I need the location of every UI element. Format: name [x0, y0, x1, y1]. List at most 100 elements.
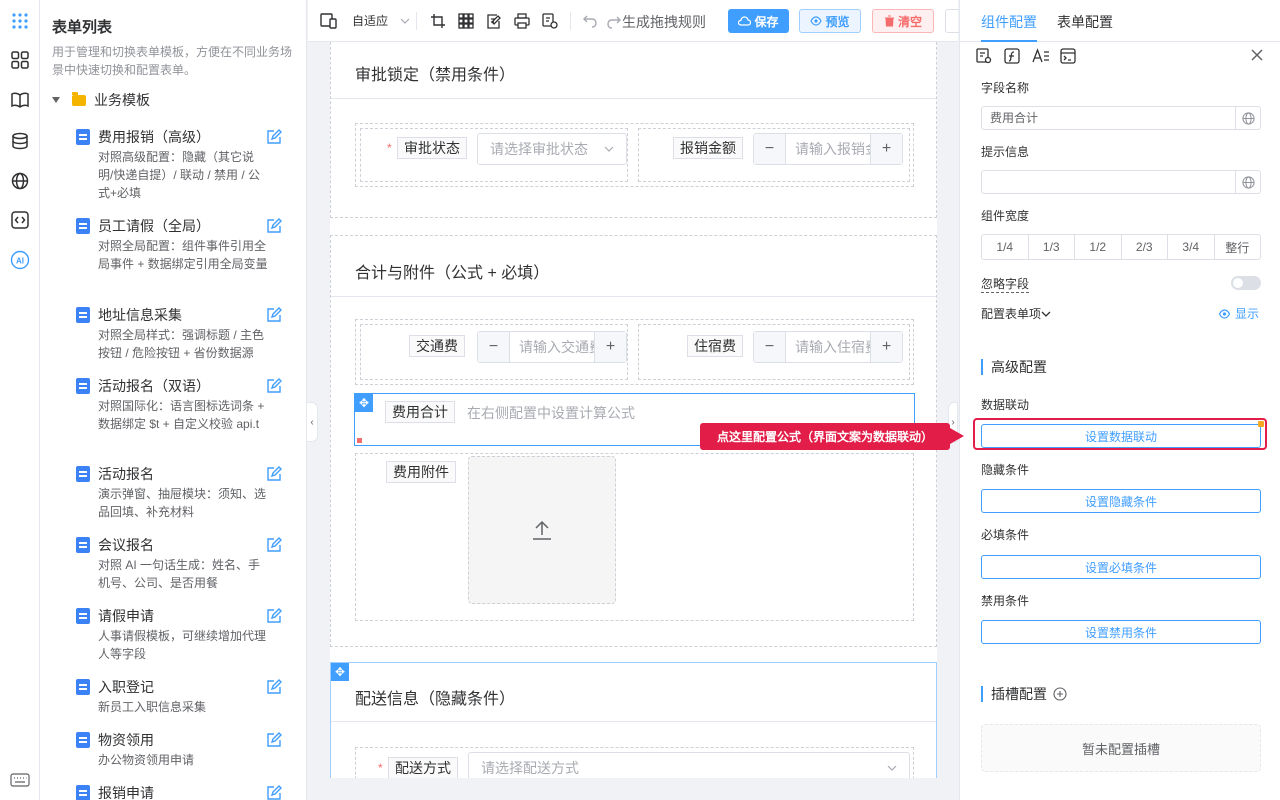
plus-button[interactable]: +: [594, 332, 626, 362]
keyboard-icon[interactable]: [8, 768, 32, 792]
collapse-panel-button[interactable]: ‹: [306, 402, 318, 442]
width-option[interactable]: 1/2: [1075, 235, 1122, 259]
template-item-desc: 对照国际化：语言图标选词条 + 数据绑定 $t + 自定义校验 api.t: [98, 399, 265, 431]
upload-area[interactable]: [468, 456, 616, 604]
edit-icon[interactable]: [266, 466, 282, 482]
resize-handle[interactable]: [357, 438, 362, 443]
text-style-icon[interactable]: [1032, 48, 1050, 66]
hint-input[interactable]: [981, 170, 1261, 194]
edit-doc-icon[interactable]: [486, 13, 502, 29]
app-rail: AI: [0, 0, 40, 800]
add-circle-icon[interactable]: [1053, 687, 1067, 701]
form-cell[interactable]: 住宿费 − 请输入住宿费 +: [638, 324, 910, 380]
panel-title: 表单列表: [52, 19, 113, 36]
input-placeholder: 请输入交通费: [519, 339, 594, 355]
redo-icon: [607, 16, 621, 29]
minus-button[interactable]: −: [754, 332, 786, 362]
code-window-icon[interactable]: [1060, 48, 1078, 66]
document-icon: [76, 378, 90, 394]
hotel-fee-input[interactable]: − 请输入住宿费 +: [753, 331, 903, 363]
clear-button[interactable]: 清空: [872, 9, 934, 33]
group-label: 业务模板: [94, 92, 150, 108]
save-button[interactable]: 保存: [728, 9, 789, 33]
book-icon[interactable]: [8, 88, 32, 112]
edit-icon[interactable]: [266, 307, 282, 323]
edit-icon[interactable]: [266, 129, 282, 145]
form-cell[interactable]: 交通费 − 请输入交通费 +: [360, 324, 628, 380]
template-item-title: 活动报名: [98, 466, 154, 482]
code-icon[interactable]: [8, 208, 32, 232]
tab-form-config[interactable]: 表单配置: [1057, 12, 1113, 32]
form-cell[interactable]: * 审批状态 请选择审批状态: [360, 128, 628, 182]
caret-down-icon[interactable]: [52, 97, 60, 103]
print-icon[interactable]: [514, 13, 530, 29]
chevron-down-icon: [604, 146, 614, 152]
transport-fee-input[interactable]: − 请输入交通费 +: [477, 331, 627, 363]
form-row: * 审批状态 请选择审批状态 报销金额 − 请输入报销金额 +: [355, 123, 914, 187]
approval-status-select[interactable]: 请选择审批状态: [477, 133, 627, 165]
close-icon[interactable]: [1250, 48, 1266, 64]
copy-doc-icon[interactable]: [542, 13, 558, 29]
set-disabled-button[interactable]: 设置禁用条件: [981, 620, 1261, 644]
generate-rules-button[interactable]: 生成拖拽规则: [606, 12, 706, 32]
width-option[interactable]: 1/4: [982, 235, 1029, 259]
layout-icon[interactable]: [8, 48, 32, 72]
globe-icon[interactable]: [8, 169, 32, 193]
plus-button[interactable]: +: [870, 332, 902, 362]
template-group[interactable]: 业务模板: [52, 90, 150, 110]
edit-icon[interactable]: [266, 537, 282, 553]
tab-component-config[interactable]: 组件配置: [981, 12, 1037, 32]
ignore-field-toggle[interactable]: [1231, 276, 1261, 290]
document-icon: [76, 218, 90, 234]
linkage-label: 数据联动: [981, 398, 1030, 412]
document-icon: [76, 307, 90, 323]
width-option[interactable]: 整行: [1215, 235, 1261, 259]
width-option[interactable]: 3/4: [1168, 235, 1215, 259]
plus-button[interactable]: +: [870, 134, 902, 164]
globe-icon[interactable]: [1235, 171, 1260, 193]
section-delivery[interactable]: ✥ 配送信息（隐藏条件） * 配送方式 请选择配送方式: [330, 662, 937, 778]
grid-icon[interactable]: [458, 13, 474, 29]
undo-icon[interactable]: [582, 13, 598, 29]
template-panel: 表单列表 用于管理和切换表单模板，方便在不同业务场景中快速切换和配置表单。 业务…: [40, 0, 307, 800]
globe-icon[interactable]: [1235, 107, 1260, 129]
show-toggle[interactable]: 显示: [1218, 305, 1259, 322]
width-option[interactable]: 2/3: [1122, 235, 1168, 259]
drag-handle-icon[interactable]: ✥: [331, 663, 349, 681]
edit-icon[interactable]: [266, 378, 282, 394]
template-item-desc: 办公物资领用申请: [98, 753, 195, 767]
edit-icon[interactable]: [266, 218, 282, 234]
drag-handle-icon[interactable]: ✥: [355, 394, 373, 412]
save-label: 保存: [754, 14, 779, 29]
crop-icon[interactable]: [430, 13, 446, 29]
amount-input[interactable]: − 请输入报销金额 +: [753, 133, 903, 165]
form-row: * 配送方式 请选择配送方式: [355, 747, 914, 778]
edit-icon[interactable]: [266, 679, 282, 695]
minus-button[interactable]: −: [754, 134, 786, 164]
upload-icon: [533, 520, 551, 540]
form-cell[interactable]: 报销金额 − 请输入报销金额 +: [638, 128, 910, 182]
chevron-down-icon: [1041, 311, 1051, 317]
apps-grid-icon[interactable]: [8, 9, 32, 33]
edit-icon[interactable]: [266, 785, 282, 800]
field-name-input[interactable]: 费用合计: [981, 106, 1261, 130]
database-icon[interactable]: [8, 129, 32, 153]
ai-icon[interactable]: AI: [8, 248, 32, 272]
minus-button[interactable]: −: [478, 332, 510, 362]
chevron-down-icon: [887, 765, 897, 771]
preview-button[interactable]: 预览: [799, 9, 861, 33]
template-item-title: 地址信息采集: [98, 307, 182, 323]
set-required-button[interactable]: 设置必填条件: [981, 555, 1261, 579]
component-props-icon[interactable]: [976, 48, 994, 66]
edit-icon[interactable]: [266, 732, 282, 748]
edit-icon[interactable]: [266, 608, 282, 624]
function-icon[interactable]: [1004, 48, 1022, 66]
section-approval-lock[interactable]: 审批锁定（禁用条件） * 审批状态 请选择审批状态 报销金额 − 请输入报销金额…: [330, 42, 937, 218]
set-hidden-button[interactable]: 设置隐藏条件: [981, 489, 1261, 513]
adapt-select[interactable]: 自适应: [352, 12, 410, 29]
document-icon: [76, 608, 90, 624]
config-items-toggle[interactable]: 配置表单项: [981, 305, 1051, 322]
width-option[interactable]: 1/3: [1029, 235, 1075, 259]
device-icon[interactable]: [320, 13, 338, 29]
delivery-method-select[interactable]: 请选择配送方式: [468, 752, 910, 778]
